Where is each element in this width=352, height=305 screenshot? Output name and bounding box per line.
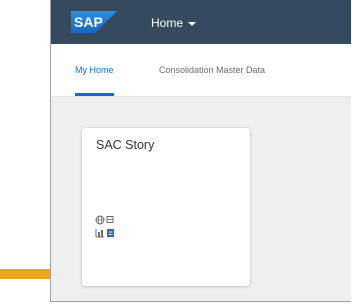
screenshot-stage: SAP Home My Home Consolidation Master Da…: [0, 0, 352, 305]
sac-story-tile[interactable]: SAC Story: [82, 128, 250, 286]
tile-title: SAC Story: [96, 138, 155, 152]
small-link-icon: [106, 216, 114, 223]
tab-bar: My Home Consolidation Master Data: [51, 44, 351, 97]
globe-icon: [95, 215, 105, 225]
tile-icons: [95, 215, 114, 238]
tab-consolidation-label: Consolidation Master Data: [159, 65, 266, 75]
tab-my-home-label: My Home: [75, 65, 114, 75]
sap-logo[interactable]: SAP: [71, 11, 117, 33]
home-menu-label: Home: [151, 16, 184, 30]
accent-marker: [0, 269, 50, 279]
tab-my-home[interactable]: My Home: [75, 44, 114, 96]
sap-logo-text: SAP: [74, 14, 103, 30]
tab-consolidation-master-data[interactable]: Consolidation Master Data: [159, 44, 265, 96]
shell-bar: SAP Home: [51, 0, 351, 44]
story-icon: [107, 229, 114, 237]
chevron-down-icon: [188, 21, 197, 26]
launchpad-window: SAP Home My Home Consolidation Master Da…: [50, 0, 351, 302]
chart-icon: [95, 229, 104, 238]
home-menu-button[interactable]: Home: [151, 14, 197, 32]
